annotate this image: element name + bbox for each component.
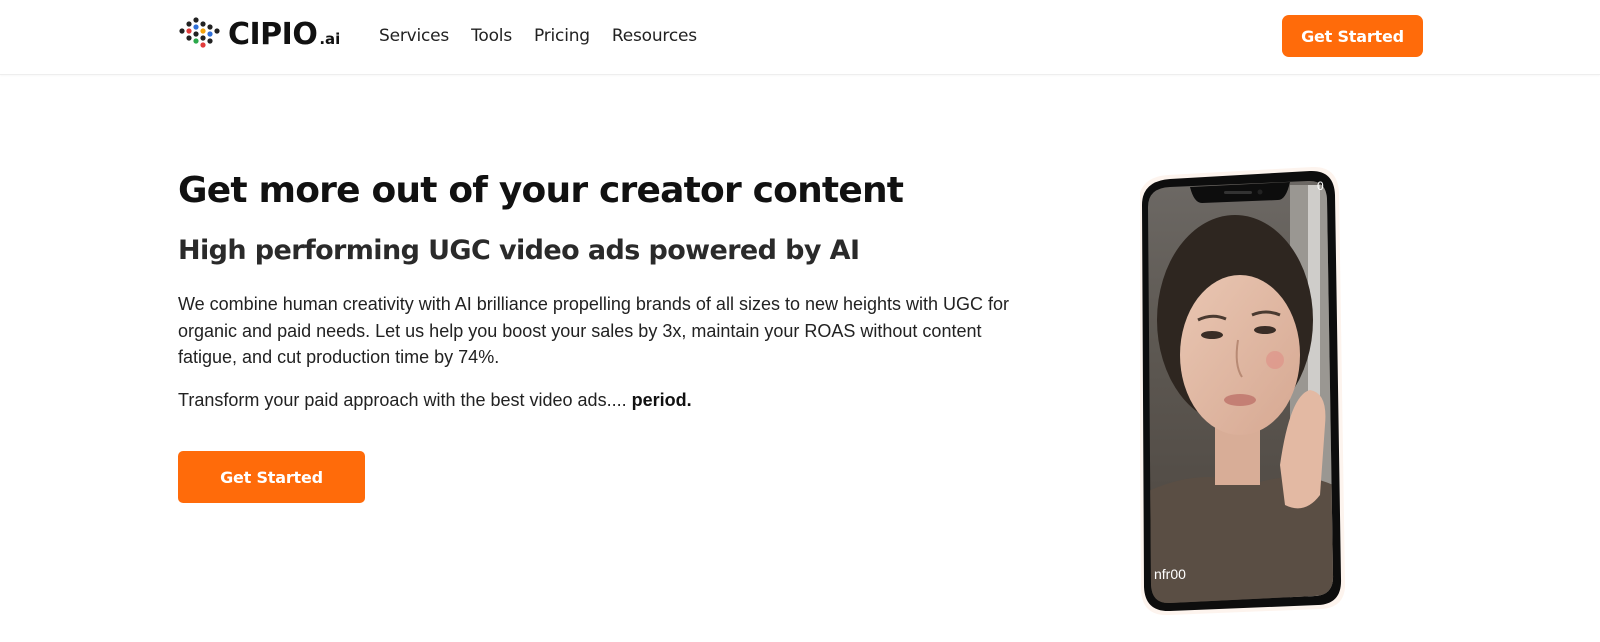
logo-dots-icon xyxy=(179,17,220,48)
hero-title: Get more out of your creator content xyxy=(178,170,904,211)
logo[interactable]: CIPIO .ai xyxy=(178,17,340,53)
phone-video-mockup[interactable]: nfr00 0 xyxy=(1140,165,1360,615)
logo-suffix: .ai xyxy=(319,30,341,48)
hero-tagline: Transform your paid approach with the be… xyxy=(178,387,1038,413)
nav-services[interactable]: Services xyxy=(379,24,449,48)
hero-tagline-text: Transform your paid approach with the be… xyxy=(178,390,627,410)
nav-pricing[interactable]: Pricing xyxy=(534,24,590,48)
video-counter: 0 xyxy=(1317,179,1324,193)
hero-subtitle: High performing UGC video ads powered by… xyxy=(178,235,860,266)
nav-tools[interactable]: Tools xyxy=(471,24,512,48)
nav-resources[interactable]: Resources xyxy=(612,24,697,48)
hero-description: We combine human creativity with AI bril… xyxy=(178,294,1010,367)
hero-tagline-emphasis: period. xyxy=(631,390,692,410)
logo-wordmark: CIPIO xyxy=(228,17,318,52)
site-header: CIPIO .ai Services Tools Pricing Resourc… xyxy=(0,0,1600,75)
hero-get-started-button[interactable]: Get Started xyxy=(178,451,365,503)
phone-frame-icon xyxy=(1140,166,1346,615)
main-nav: Services Tools Pricing Resources xyxy=(379,24,697,48)
video-creator-handle: nfr00 xyxy=(1154,566,1186,582)
header-get-started-button[interactable]: Get Started xyxy=(1282,15,1423,57)
